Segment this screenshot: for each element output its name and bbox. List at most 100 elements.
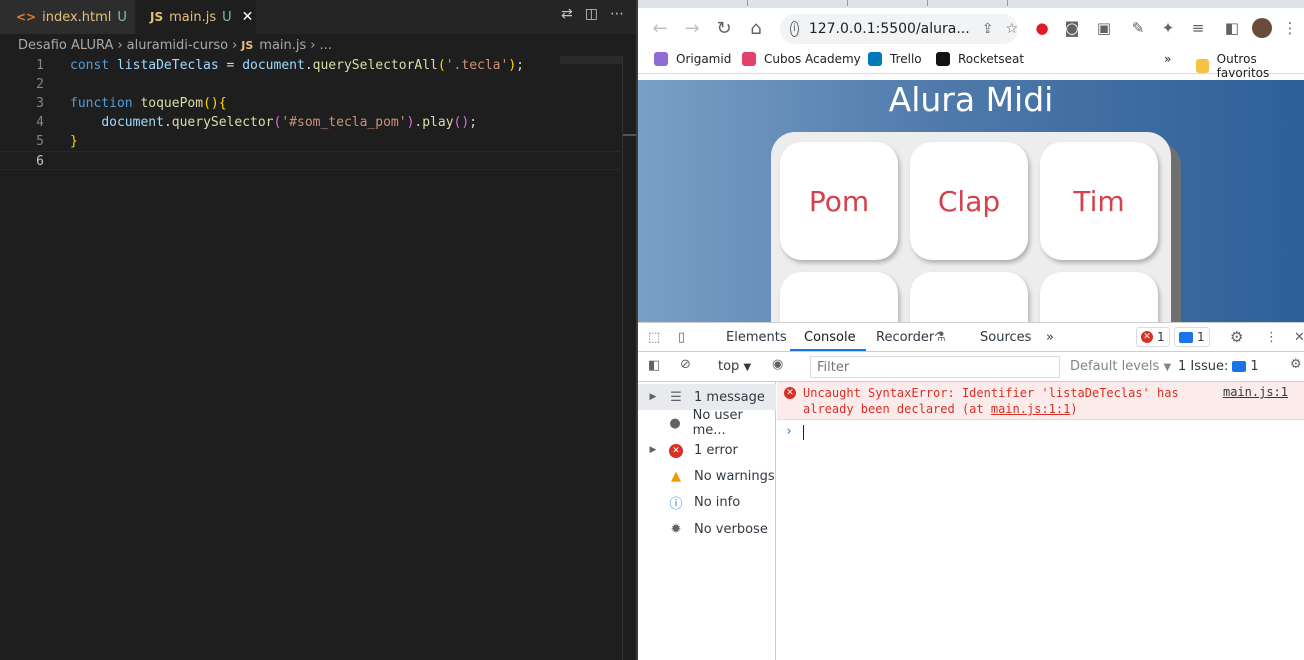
site-info-icon[interactable]: i [790,21,799,37]
more-actions-icon[interactable]: ⋯ [610,6,624,22]
sidebar-item-user-messages[interactable]: ● No user me... [638,408,776,438]
bookmark-cubos[interactable]: Cubos Academy [742,52,861,66]
breadcrumb-folder[interactable]: aluramidi-curso [127,38,228,53]
line-number: 2 [36,77,44,92]
home-icon[interactable]: ⌂ [740,18,772,39]
split-editor-icon[interactable]: ◫ [585,6,598,22]
browser-tab[interactable] [798,0,848,6]
error-count-badge[interactable]: ✕ 1 [1136,327,1170,347]
bookmark-star-icon[interactable]: ☆ [1005,21,1018,37]
console-settings-icon[interactable]: ⚙ [1290,357,1302,372]
sidebar-item-messages[interactable]: ▶ ☰ 1 message [638,384,776,410]
folder-icon [1196,59,1209,73]
expand-arrow-icon[interactable]: ▶ [646,392,660,402]
line-number: 6 [36,154,44,169]
devtools-panel: ⬚ ▯ Elements Console Recorder ⚗ Sources … [638,322,1304,660]
sidebar-toggle-icon[interactable]: ◧ [648,358,660,373]
trello-icon [868,52,882,66]
bookmark-trello[interactable]: Trello [868,52,922,66]
compare-changes-icon[interactable]: ⇄ [561,6,573,22]
key-button[interactable] [910,272,1028,322]
tab-recorder[interactable]: Recorder [876,330,934,345]
error-line: already been declared (at main.js:1:1) [803,401,1203,417]
sidebar-item-info[interactable]: ⓘ No info [638,489,776,515]
error-line: Uncaught SyntaxError: Identifier 'listaD… [803,386,1179,400]
origamid-icon [654,52,668,66]
forward-icon[interactable]: → [676,18,708,39]
back-icon[interactable]: ← [644,18,676,39]
key-button[interactable] [780,272,898,322]
context-selector[interactable]: top ▼ [718,359,751,374]
camera-extension-icon[interactable]: ◙ [1060,16,1084,40]
key-clap[interactable]: Clap [910,142,1028,260]
code-line: 3 function toquePom(){ [0,94,620,113]
sidebar-item-verbose[interactable]: ✹ No verbose [638,516,776,542]
expand-arrow-icon[interactable]: ▶ [646,445,660,455]
reload-icon[interactable]: ↻ [708,18,740,39]
breadcrumb-file[interactable]: main.js [259,38,306,53]
browser-tab[interactable] [698,0,748,6]
tab-index-html[interactable]: <> index.html U [0,0,134,34]
bookmark-origamid[interactable]: Origamid [654,52,731,66]
error-icon: ✕ [784,387,796,399]
bookmark-outros[interactable]: Outros favoritos [1196,52,1304,80]
bookmark-rocketseat[interactable]: Rocketseat [936,52,1024,66]
tab-console[interactable]: Console [804,330,856,345]
more-tabs-icon[interactable]: » [1046,330,1054,345]
breadcrumb-folder[interactable]: Desafio ALURA [18,38,113,53]
breadcrumb: Desafio ALURA › aluramidi-curso › JS mai… [18,37,332,53]
tab-label: main.js [169,9,217,25]
key-tim[interactable]: Tim [1040,142,1158,260]
url-text[interactable]: 127.0.0.1:5500/alura... [809,21,970,37]
breadcrumb-symbol[interactable]: ... [319,38,331,53]
console-input-cursor[interactable] [803,425,804,440]
address-bar[interactable]: i 127.0.0.1:5500/alura... ⇪ ☆ [780,14,1018,44]
error-source-link[interactable]: main.js:1 [1223,385,1288,399]
code-text: const listaDeTeclas = document.querySele… [70,58,524,73]
avatar[interactable] [1252,18,1272,38]
browser-tab[interactable] [958,0,1008,6]
sidebar-item-errors[interactable]: ▶ ✕ 1 error [638,437,776,463]
browser-toolbar: ← → ↻ ⌂ i 127.0.0.1:5500/alura... ⇪ ☆ ● … [638,8,1304,48]
extensions-puzzle-icon[interactable]: ✦ [1156,16,1180,40]
more-bookmarks-icon[interactable]: » [1164,52,1171,66]
media-control-icon[interactable]: ≡ [1186,16,1210,40]
message-count-badge[interactable]: 1 [1174,327,1210,347]
device-toolbar-icon[interactable]: ▯ [678,330,685,345]
clear-console-icon[interactable]: ⊘ [680,357,691,372]
log-levels-dropdown[interactable]: Default levels ▼ [1070,359,1171,374]
levels-label: Default levels [1070,359,1160,374]
error-location-link[interactable]: main.js:1:1 [991,402,1070,416]
live-expression-eye-icon[interactable]: ◉ [772,357,783,372]
code-line: 2 [0,75,620,94]
share-icon[interactable]: ⇪ [982,21,994,37]
code-editor[interactable]: 1 const listaDeTeclas = document.querySe… [0,56,620,170]
key-pom[interactable]: Pom [780,142,898,260]
browser-tab[interactable] [878,0,928,6]
settings-gear-icon[interactable]: ⚙ [1230,328,1243,346]
eyedropper-extension-icon[interactable]: ✎ [1126,16,1150,40]
code-token: querySelectorAll [312,58,438,73]
sidebar-item-warnings[interactable]: ▲ No warnings [638,463,776,489]
chevron-down-icon: ▼ [743,362,752,373]
console-output[interactable]: ✕ Uncaught SyntaxError: Identifier 'list… [777,382,1304,660]
inspect-element-icon[interactable]: ⬚ [648,330,660,345]
tab-main-js[interactable]: JS main.js U ✕ [136,0,256,34]
side-panel-icon[interactable]: ◧ [1220,16,1244,40]
list-icon: ☰ [670,389,682,405]
close-devtools-icon[interactable]: ✕ [1294,330,1304,345]
editor-scrollbar[interactable] [622,56,637,660]
menu-kebab-icon[interactable]: ⋮ [1278,16,1302,40]
minimap[interactable] [560,56,622,64]
extension-m-icon[interactable]: ▣ [1092,16,1116,40]
opera-extension-icon[interactable]: ● [1030,16,1054,40]
tab-elements[interactable]: Elements [726,330,787,345]
devtools-menu-icon[interactable]: ⋮ [1265,330,1278,345]
error-text-part: already been declared (at [803,402,991,416]
tab-sources[interactable]: Sources [980,330,1031,345]
issues-button[interactable]: 1 Issue: 1 [1178,359,1259,374]
close-tab-icon[interactable]: ✕ [242,9,254,25]
key-button[interactable] [1040,272,1158,322]
filter-input[interactable] [810,356,1060,378]
line-number: 1 [36,58,44,73]
